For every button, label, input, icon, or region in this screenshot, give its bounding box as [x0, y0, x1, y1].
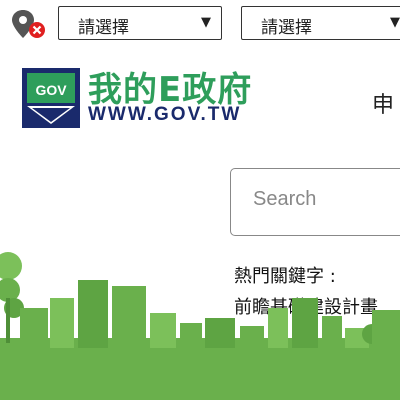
location-pin-off-icon[interactable] [11, 8, 49, 42]
skyline-illustration [0, 238, 400, 400]
region-select[interactable]: 請選擇 ▼ [58, 6, 222, 40]
chevron-down-icon: ▼ [201, 15, 211, 30]
logo-url[interactable]: WWW.GOV.TW [88, 104, 241, 126]
nav-item[interactable]: 申 [372, 87, 394, 119]
search-box[interactable] [230, 168, 400, 236]
chevron-down-icon: ▼ [390, 15, 400, 30]
search-input[interactable] [251, 187, 400, 212]
logo-badge-text: GOV [35, 82, 67, 98]
region-select-value: 請選擇 [78, 18, 129, 38]
district-select-value: 請選擇 [261, 18, 312, 38]
gov-logo-icon[interactable]: GOV [22, 68, 80, 128]
district-select[interactable]: 請選擇 ▼ [241, 6, 400, 40]
